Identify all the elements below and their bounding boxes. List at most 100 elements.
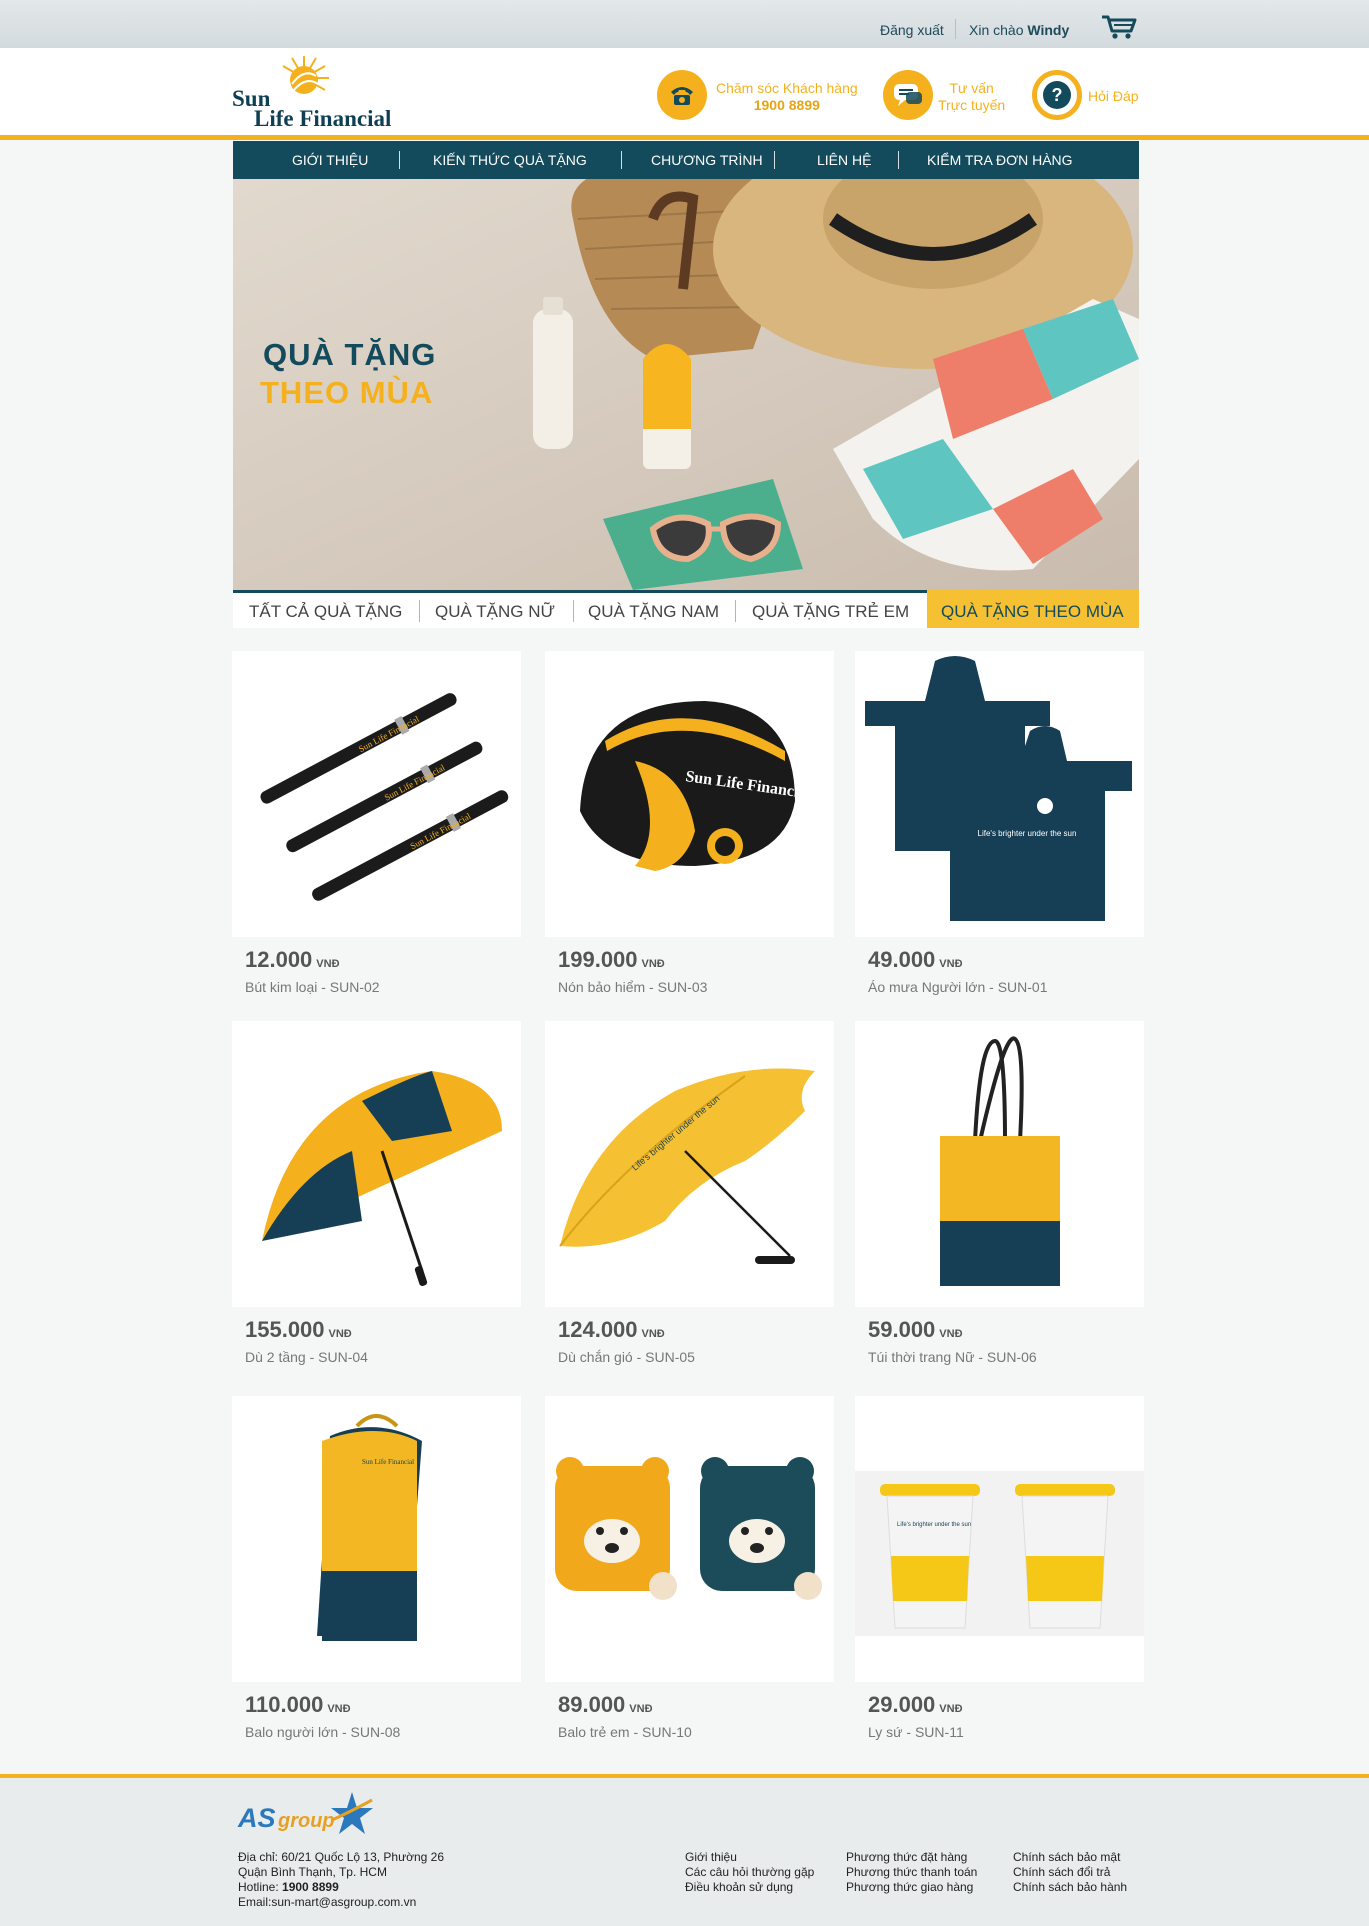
footer-link[interactable]: Giới thiệu: [685, 1850, 814, 1865]
product-card[interactable]: Sun Life Financial 199.000 VNĐ Nón bảo hi…: [545, 651, 834, 1001]
tote-bag-icon: [940, 1036, 1060, 1286]
product-image[interactable]: [545, 1396, 834, 1682]
product-card[interactable]: Life's brighter under the sun 124.000 VNĐ…: [545, 1021, 834, 1371]
backpack-imprint: Sun Life Financial: [362, 1458, 414, 1466]
kids-backpack-icon: [555, 1457, 822, 1600]
tab-men-gifts[interactable]: QUÀ TẶNG NAM: [588, 602, 719, 622]
svg-text:?: ?: [1052, 85, 1063, 105]
product-name[interactable]: Ly sứ - SUN-11: [868, 1724, 964, 1740]
product-name[interactable]: Túi thời trang Nữ - SUN-06: [868, 1349, 1037, 1365]
footer-link[interactable]: Chính sách đổi trả: [1013, 1865, 1127, 1880]
sun-icon: [282, 56, 329, 94]
product-price: 49.000 VNĐ: [868, 947, 963, 972]
banner-title-line1: QUÀ TẶNG: [263, 337, 437, 372]
product-price: 124.000 VNĐ: [558, 1317, 665, 1342]
customer-care-phone: 1900 8899: [753, 97, 820, 113]
product-image[interactable]: Life's brighter under the sun: [855, 1396, 1144, 1682]
product-card[interactable]: Sun Life Financial Sun Life Financial Su…: [232, 651, 521, 1001]
product-image[interactable]: [855, 1021, 1144, 1307]
product-price: 89.000 VNĐ: [558, 1692, 653, 1717]
raincoat-slogan: Life's brighter under the sun: [978, 829, 1077, 838]
online-advice-button[interactable]: [883, 70, 933, 120]
nav-item-knowledge[interactable]: KIẾN THỨC QUÀ TẶNG: [433, 152, 587, 168]
main-nav: GIỚI THIỆU KIẾN THỨC QUÀ TẶNG CHƯƠNG TRÌ…: [233, 141, 1139, 179]
nav-item-program[interactable]: CHƯƠNG TRÌNH: [651, 152, 763, 168]
tab-divider: [735, 600, 736, 622]
pen-imprint: Sun Life Financial: [383, 762, 447, 803]
nav-divider: [621, 151, 622, 169]
product-name[interactable]: Dù chắn gió - SUN-05: [558, 1349, 695, 1365]
product-price: 29.000 VNĐ: [868, 1692, 963, 1717]
product-image[interactable]: Life's brighter under the sun: [855, 651, 1144, 937]
customer-care-button[interactable]: [657, 70, 707, 120]
advice-line2: Trực tuyến: [938, 97, 1006, 113]
footer-link[interactable]: Các câu hỏi thường gặp: [685, 1865, 814, 1880]
tab-divider: [573, 600, 574, 622]
footer-links-methods: Phương thức đặt hàng Phương thức thanh t…: [846, 1850, 977, 1895]
online-advice-text[interactable]: Tư vấn Trực tuyến: [938, 80, 1005, 114]
product-name[interactable]: Balo người lớn - SUN-08: [245, 1724, 400, 1740]
banner-title-line2: THEO MÙA: [260, 375, 434, 410]
greeting-text: Xin chào: [969, 22, 1024, 38]
cup-slogan: Life's brighter under the sun: [897, 1522, 971, 1528]
product-card[interactable]: 89.000 VNĐ Balo trẻ em - SUN-10: [545, 1396, 834, 1746]
product-price: 59.000 VNĐ: [868, 1317, 963, 1342]
product-image[interactable]: Sun Life Financial Sun Life Financial Su…: [232, 651, 521, 937]
footer-link[interactable]: Phương thức đặt hàng: [846, 1850, 977, 1865]
asgroup-logo[interactable]: AS group: [238, 1790, 378, 1844]
tab-seasonal-gifts[interactable]: QUÀ TẶNG THEO MÙA: [927, 590, 1139, 628]
hotline: Hotline: 1900 8899: [238, 1880, 339, 1894]
nav-item-contact[interactable]: LIÊN HỆ: [817, 152, 871, 168]
logo-as: AS: [238, 1803, 276, 1833]
footer-link[interactable]: Điều khoản sử dụng: [685, 1880, 814, 1895]
advice-line1: Tư vấn: [949, 80, 994, 96]
product-card[interactable]: Sun Life Financial 110.000 VNĐ Balo người…: [232, 1396, 521, 1746]
product-card[interactable]: Life's brighter under the sun 29.000 VNĐ …: [855, 1396, 1144, 1746]
product-card[interactable]: 155.000 VNĐ Dù 2 tầng - SUN-04: [232, 1021, 521, 1371]
footer-link[interactable]: Phương thức thanh toán: [846, 1865, 977, 1880]
product-price: 110.000 VNĐ: [245, 1692, 351, 1717]
footer-link[interactable]: Chính sách bảo hành: [1013, 1880, 1127, 1895]
site-header: Sun Life Financial Chăm sóc Khách hàng 1…: [0, 48, 1369, 140]
footer-link[interactable]: Phương thức giao hàng: [846, 1880, 977, 1895]
nav-item-order-check[interactable]: KIỂM TRA ĐƠN HÀNG: [927, 152, 1073, 168]
brand-line2: Life Financial: [254, 106, 392, 131]
sun-life-logo[interactable]: Sun Life Financial: [232, 54, 402, 131]
footer-link[interactable]: Chính sách bảo mật: [1013, 1850, 1127, 1865]
category-tabs: TẤT CẢ QUÀ TẶNG QUÀ TẶNG NỮ QUÀ TẶNG NAM…: [233, 590, 1139, 628]
product-card[interactable]: 59.000 VNĐ Túi thời trang Nữ - SUN-06: [855, 1021, 1144, 1371]
username[interactable]: Windy: [1027, 22, 1069, 38]
faq-button[interactable]: ?: [1032, 70, 1082, 120]
footer-links-info: Giới thiệu Các câu hỏi thường gặp Điều k…: [685, 1850, 814, 1895]
product-name[interactable]: Dù 2 tầng - SUN-04: [245, 1349, 368, 1365]
product-name[interactable]: Bút kim loại - SUN-02: [245, 979, 380, 995]
product-image[interactable]: Sun Life Financial: [232, 1396, 521, 1682]
chat-icon: [894, 84, 922, 106]
address-line2: Quận Bình Thạnh, Tp. HCM: [238, 1865, 387, 1879]
product-name[interactable]: Balo trẻ em - SUN-10: [558, 1724, 692, 1740]
tab-kids-gifts[interactable]: QUÀ TẶNG TRẺ EM: [752, 602, 909, 622]
logout-link[interactable]: Đăng xuất: [880, 22, 944, 38]
star-icon: [331, 1792, 373, 1834]
tab-women-gifts[interactable]: QUÀ TẶNG NỮ: [435, 602, 555, 622]
product-image[interactable]: [232, 1021, 521, 1307]
product-price: 199.000 VNĐ: [558, 947, 665, 972]
hero-banner: QUÀ TẶNG THEO MÙA: [233, 179, 1139, 590]
product-image[interactable]: Sun Life Financial: [545, 651, 834, 937]
backpack-icon: Sun Life Financial: [317, 1414, 422, 1641]
cup-icon: Life's brighter under the sun: [855, 1471, 1144, 1636]
greeting: Xin chào Windy: [969, 22, 1069, 38]
tab-all-gifts[interactable]: TẤT CẢ QUÀ TẶNG: [249, 602, 402, 622]
product-image[interactable]: Life's brighter under the sun: [545, 1021, 834, 1307]
email[interactable]: Email:sun-mart@asgroup.com.vn: [238, 1895, 444, 1910]
raincoat-icon: Life's brighter under the sun: [865, 656, 1132, 921]
product-name[interactable]: Nón bảo hiểm - SUN-03: [558, 979, 707, 995]
hotline-number[interactable]: 1900 8899: [282, 1880, 339, 1894]
cart-icon[interactable]: [1101, 14, 1139, 40]
faq-label[interactable]: Hỏi Đáp: [1088, 88, 1139, 105]
product-card[interactable]: Life's brighter under the sun 49.000 VNĐ …: [855, 651, 1144, 1001]
nav-item-intro[interactable]: GIỚI THIỆU: [292, 152, 368, 168]
product-name[interactable]: Áo mưa Người lớn - SUN-01: [868, 979, 1047, 995]
nav-divider: [774, 151, 775, 169]
customer-care-text[interactable]: Chăm sóc Khách hàng 1900 8899: [716, 80, 858, 114]
